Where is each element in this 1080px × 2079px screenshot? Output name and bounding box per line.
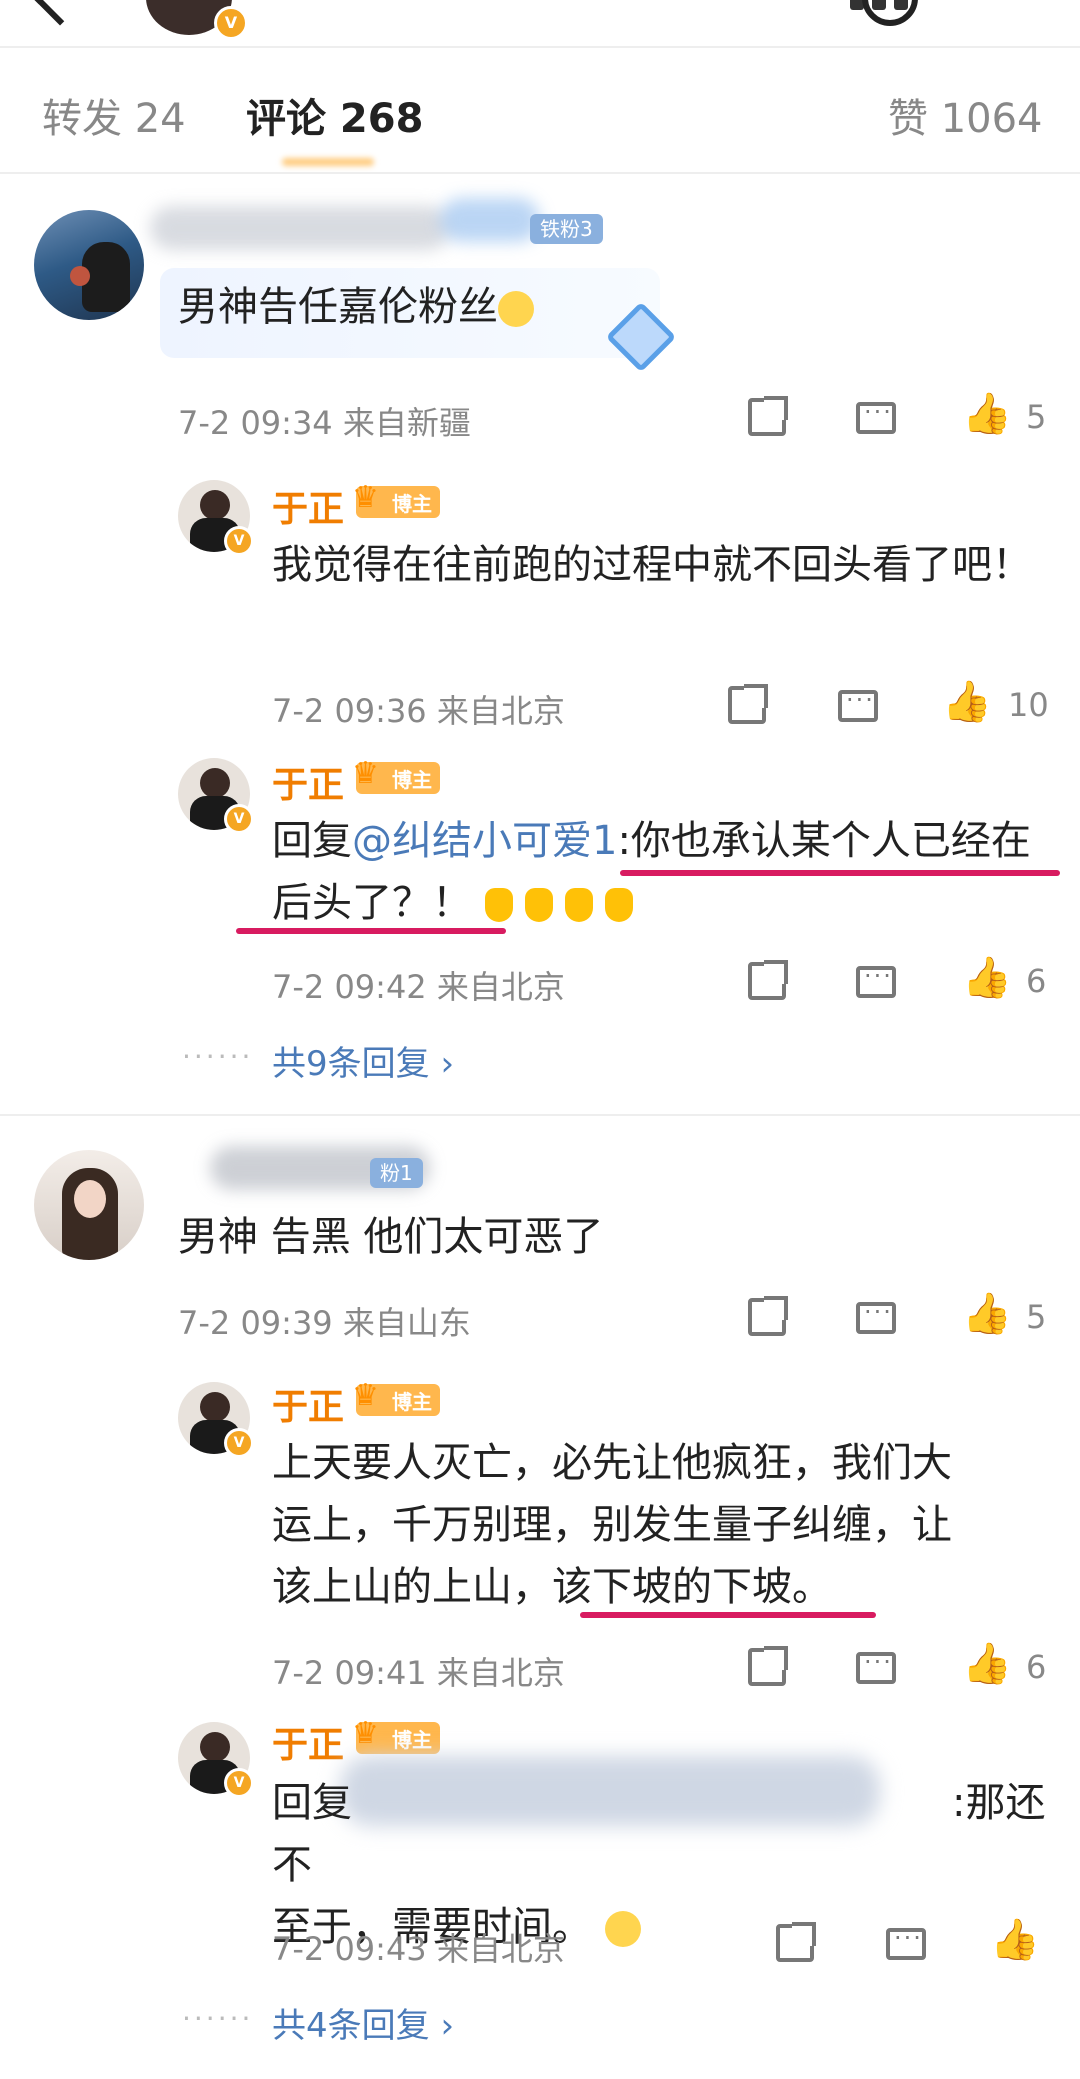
- reply-meta: 7-2 09:36 来自北京: [272, 692, 565, 730]
- reply-icon[interactable]: [856, 1648, 896, 1684]
- reply-text: 我觉得在往前跑的过程中就不回头看了吧！: [272, 542, 1032, 588]
- fan-badge: 粉1: [370, 1158, 423, 1188]
- more-dots: ······: [182, 2002, 254, 2035]
- like-icon[interactable]: 👍: [962, 392, 1012, 436]
- tab-bar: 转发 24 评论 268 赞 1064: [0, 60, 1080, 170]
- verified-icon: V: [224, 526, 254, 556]
- smile-emoji: [498, 291, 534, 327]
- verified-icon: V: [214, 6, 248, 40]
- more-dots: ······: [182, 1040, 254, 1073]
- blurred-badge: [440, 198, 540, 242]
- share-icon[interactable]: [728, 684, 768, 724]
- reply-meta: 7-2 09:41 来自北京: [272, 1654, 565, 1692]
- like-icon[interactable]: 👍: [962, 956, 1012, 1000]
- comment-meta: 7-2 09:39 来自山东: [178, 1304, 471, 1342]
- reply-icon[interactable]: [838, 686, 878, 722]
- share-icon[interactable]: [776, 1922, 816, 1962]
- more-replies-link[interactable]: 共9条回复 ›: [272, 1036, 454, 1085]
- like-icon[interactable]: 👍: [962, 1292, 1012, 1336]
- reply-icon[interactable]: [856, 962, 896, 998]
- like-count: 5: [1026, 1298, 1047, 1336]
- username-blurred: [150, 206, 450, 250]
- like-icon[interactable]: 👍: [942, 680, 992, 724]
- verified-icon: V: [224, 1428, 254, 1458]
- tab-comments[interactable]: 评论 268: [246, 86, 423, 144]
- reply-text: 上天要人灭亡，必先让他疯狂，我们大 运上，千万别理，别发生量子纠缠，让 该上山的…: [272, 1440, 952, 1610]
- highlight-underline: [580, 1612, 876, 1618]
- fan-badge: 铁粉3: [530, 214, 603, 244]
- like-count: 6: [1026, 1648, 1047, 1686]
- tab-likes[interactable]: 赞 1064: [888, 86, 1043, 144]
- thumbs-up-emoji: [524, 888, 553, 922]
- like-icon[interactable]: 👍: [990, 1918, 1040, 1962]
- comment-text: 男神告任嘉伦粉丝: [178, 276, 534, 338]
- reply-meta: 7-2 09:43 来自北京: [272, 1930, 565, 1968]
- highlight-underline: [236, 928, 506, 934]
- more-replies-link[interactable]: 共4条回复 ›: [272, 1998, 454, 2047]
- share-icon[interactable]: [748, 960, 788, 1000]
- commenter-avatar[interactable]: [34, 1150, 144, 1260]
- replier-name[interactable]: 于正: [272, 1378, 344, 1430]
- like-count: 10: [1008, 686, 1049, 724]
- verified-icon: V: [224, 1768, 254, 1798]
- tab-repost[interactable]: 转发 24: [42, 86, 186, 144]
- host-badge: ♛ 博主: [352, 480, 440, 518]
- reply-icon[interactable]: [886, 1924, 926, 1960]
- replier-name[interactable]: 于正: [272, 756, 344, 808]
- share-icon[interactable]: [748, 396, 788, 436]
- host-badge: ♛ 博主: [352, 1378, 440, 1416]
- host-badge: ♛ 博主: [352, 756, 440, 794]
- like-count: 6: [1026, 962, 1047, 1000]
- divider: [0, 172, 1080, 174]
- comment-meta: 7-2 09:34 来自新疆: [178, 404, 471, 442]
- commenter-avatar[interactable]: [34, 210, 144, 320]
- like-icon[interactable]: 👍: [962, 1642, 1012, 1686]
- reply-icon[interactable]: [856, 398, 896, 434]
- comment-text: 男神 告黑 他们太可恶了: [178, 1214, 604, 1260]
- highlight-underline: [620, 870, 1060, 876]
- thumbs-up-emoji: [564, 888, 593, 922]
- tab-indicator: [282, 158, 374, 166]
- thumbs-up-emoji: [604, 888, 633, 922]
- share-icon[interactable]: [748, 1296, 788, 1336]
- replier-name[interactable]: 于正: [272, 1716, 344, 1768]
- reply-meta: 7-2 09:42 来自北京: [272, 968, 565, 1006]
- thumbs-up-emoji: [484, 888, 513, 922]
- reply-icon[interactable]: [856, 1298, 896, 1334]
- verified-icon: V: [224, 804, 254, 834]
- mention-link[interactable]: @纠结小可爱1: [352, 818, 617, 864]
- like-count: 5: [1026, 398, 1047, 436]
- divider: [0, 1114, 1080, 1116]
- share-icon[interactable]: [748, 1646, 788, 1686]
- thinking-emoji: [604, 1911, 641, 1947]
- host-badge: ♛ 博主: [352, 1716, 440, 1754]
- replier-name[interactable]: 于正: [272, 480, 344, 532]
